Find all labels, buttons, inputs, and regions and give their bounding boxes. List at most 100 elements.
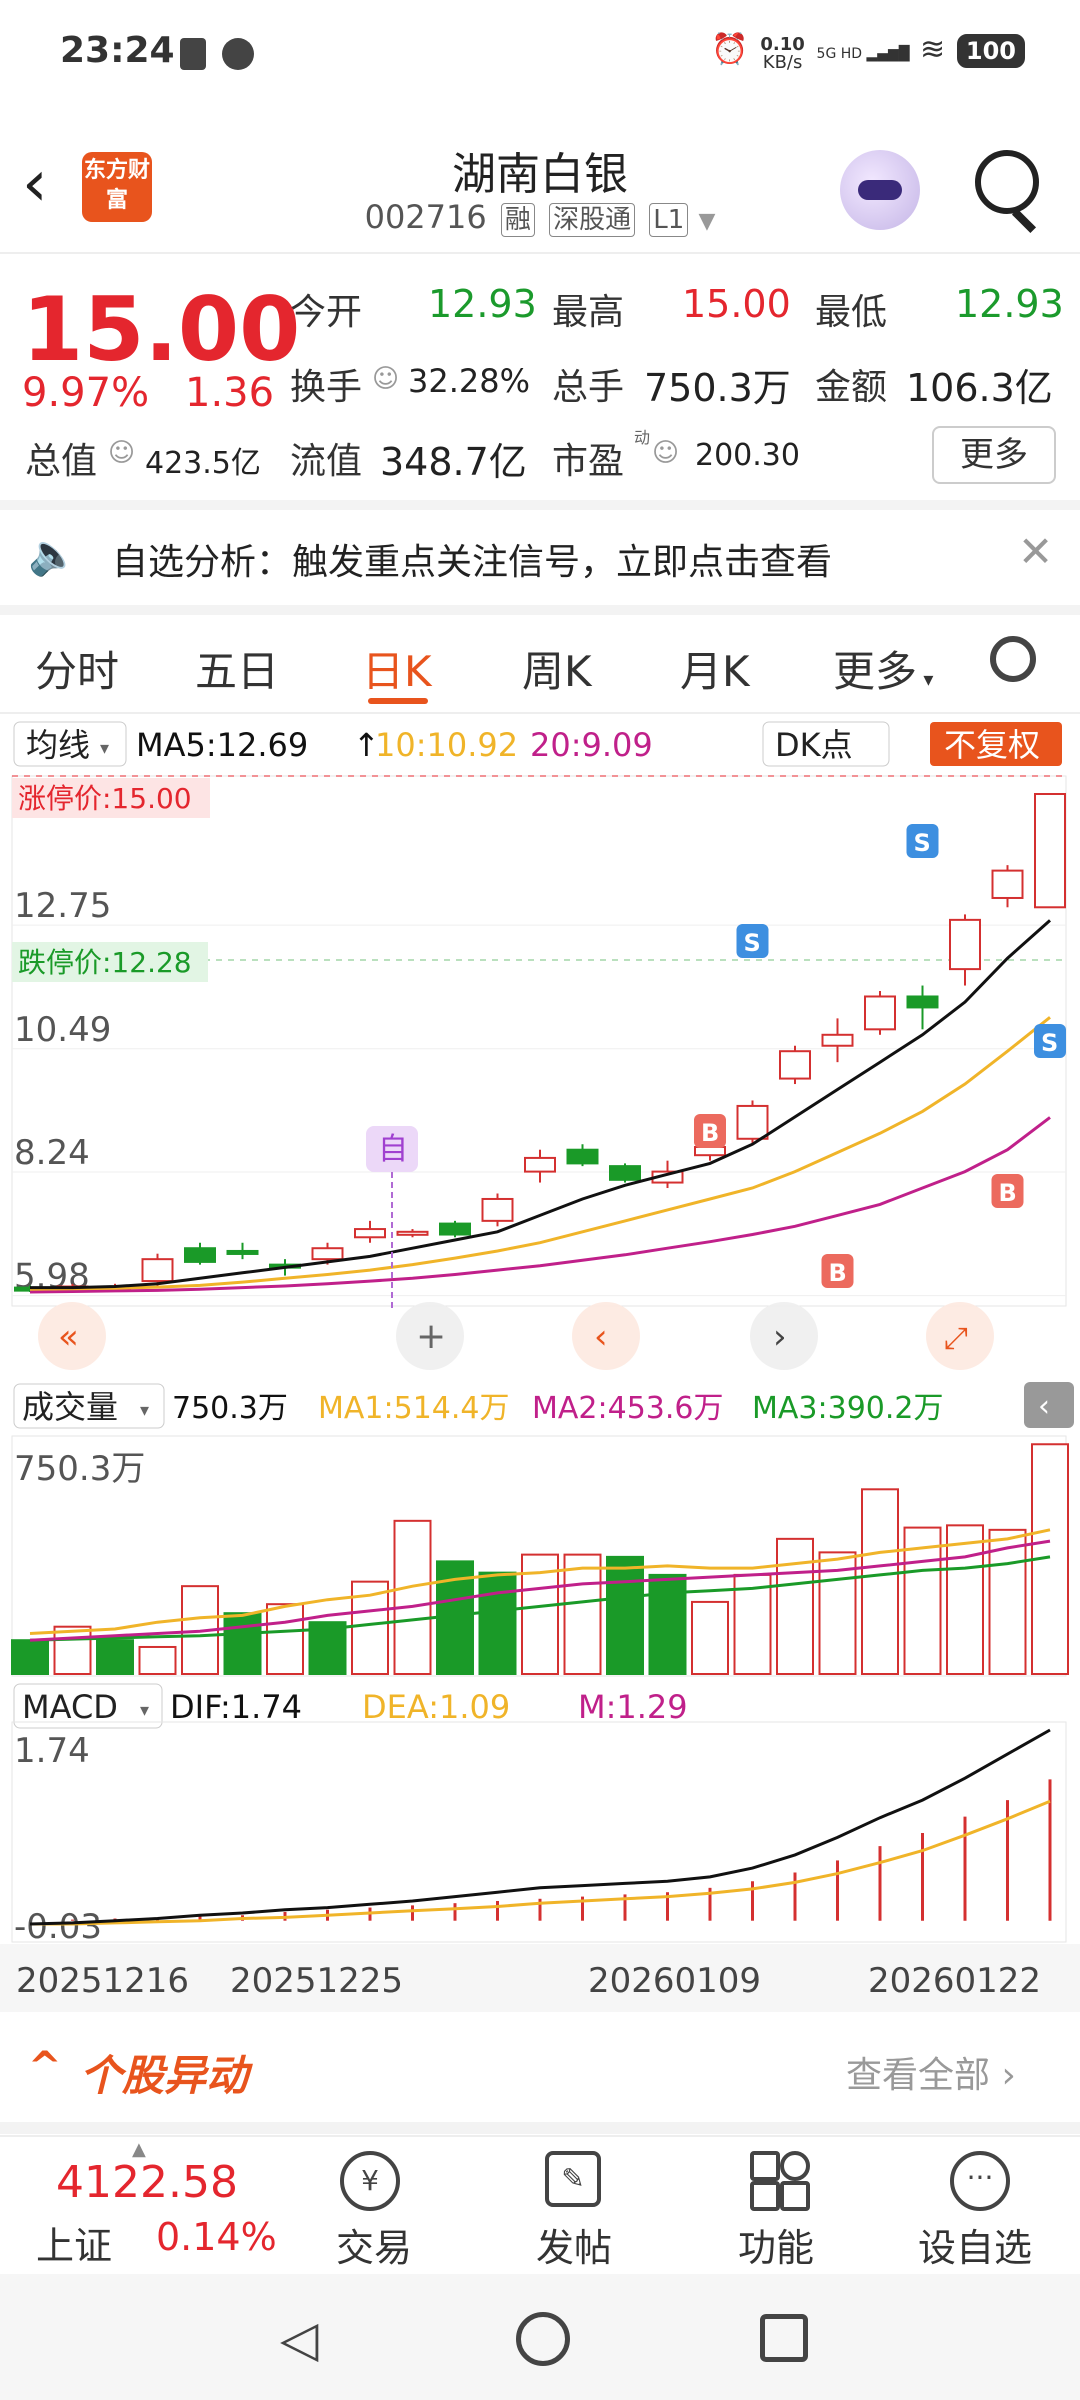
tab-weekly-k[interactable]: 周K xyxy=(522,638,592,699)
volume-bar xyxy=(53,1625,92,1676)
stock-header: ‹ 东方财富 湖南白银 002716 融 深股通 L1 ▼ xyxy=(0,110,1080,250)
candle-body xyxy=(354,1228,386,1239)
volume-bar xyxy=(606,1555,644,1675)
nav-post[interactable]: 发帖 xyxy=(536,2217,612,2272)
trade-icon[interactable]: ¥ xyxy=(340,2151,400,2211)
period-tabs: 分时 五日 日K 周K 月K 更多 ▾ xyxy=(0,610,1080,710)
fullscreen-glyph: ⤢ xyxy=(944,1321,968,1356)
app-notification-icon xyxy=(222,38,254,70)
adjust-label: 不复权 xyxy=(944,726,1040,764)
candle-body xyxy=(736,1104,769,1140)
jump-start-glyph: « xyxy=(58,1317,79,1357)
section-expand-icon[interactable]: ^ xyxy=(28,2044,62,2090)
dk-label: DK点 xyxy=(775,726,853,764)
amount-value: 106.3亿 xyxy=(906,366,1053,410)
mktcap-info-icon[interactable]: ☺ xyxy=(108,438,135,468)
notification-icon xyxy=(180,38,206,70)
active-tab-indicator xyxy=(368,698,428,704)
post-icon[interactable]: ✎ xyxy=(545,2151,601,2207)
pe-superscript: 动 xyxy=(634,428,651,447)
macd-caret-icon: ▾ xyxy=(140,1700,149,1721)
features-icon-cell-2 xyxy=(780,2151,810,2181)
current-price: 15.00 xyxy=(22,278,301,381)
date-1: 20251216 xyxy=(16,1961,189,2001)
index-value[interactable]: 4122.58 xyxy=(56,2157,238,2208)
volume-bar xyxy=(946,1524,984,1675)
macd-dea: DEA:1.09 xyxy=(362,1688,510,1726)
pe-info-icon[interactable]: ☺ xyxy=(652,438,679,468)
candle-body xyxy=(141,1258,174,1283)
candle-body xyxy=(821,1033,854,1047)
add-watchlist-icon[interactable]: ··· xyxy=(950,2151,1010,2211)
mktcap-label: 总值 xyxy=(25,441,98,482)
settings-gear-icon[interactable] xyxy=(990,636,1036,682)
macd-y-top: 1.74 xyxy=(14,1731,90,1771)
tab-more-label: 更多 xyxy=(833,647,918,696)
volume-label: 总手 xyxy=(552,367,625,408)
volume-bar xyxy=(266,1603,304,1675)
more-quote-button[interactable]: 更多 xyxy=(932,426,1056,484)
low-label: 最低 xyxy=(815,292,888,333)
indicator-label: 均线 xyxy=(26,726,90,764)
alert-banner[interactable]: 🔈 自选分析：触发重点关注信号，立即点击查看 ✕ xyxy=(0,505,1080,605)
volume-label: 成交量 xyxy=(22,1388,118,1426)
low-value: 12.93 xyxy=(955,282,1064,326)
price-tick-label: 10.49 xyxy=(14,1010,111,1050)
search-icon[interactable] xyxy=(975,150,1039,214)
tab-more[interactable]: 更多 ▾ xyxy=(833,638,933,699)
stock-code: 002716 xyxy=(364,198,487,236)
signal-label: S xyxy=(914,829,931,857)
float-value: 348.7亿 xyxy=(380,440,527,484)
date-4: 20260122 xyxy=(868,1961,1041,2001)
volume-bar xyxy=(138,1645,177,1676)
tab-daily-k[interactable]: 日K xyxy=(362,638,432,699)
status-bar: 23:24 ⏰ 0.10 KB/s 5G HD ▂▄▆█ ≋ 100 xyxy=(0,0,1080,110)
nav-recents-icon[interactable] xyxy=(760,2314,808,2362)
index-name: 上证 xyxy=(36,2224,113,2268)
view-all-link[interactable]: 查看全部 › xyxy=(846,2046,1016,2098)
status-time: 23:24 xyxy=(60,30,175,71)
turnover-label: 换手 xyxy=(290,367,363,408)
ma20-line xyxy=(29,1116,1051,1294)
nav-back-icon[interactable]: ◁ xyxy=(280,2310,318,2368)
signal-label: S xyxy=(1041,1029,1058,1057)
date-3: 20260109 xyxy=(588,1961,761,2001)
volume-bars xyxy=(11,1443,1069,1676)
features-icon[interactable] xyxy=(750,2151,810,2211)
candle-body xyxy=(311,1247,344,1261)
index-change: 0.14% xyxy=(156,2215,277,2259)
nav-add-watchlist[interactable]: 设自选 xyxy=(918,2217,1032,2272)
nav-features[interactable]: 功能 xyxy=(738,2217,814,2272)
high-value: 15.00 xyxy=(682,282,791,326)
battery-icon: 100 xyxy=(956,34,1025,68)
alarm-icon: ⏰ xyxy=(711,32,749,67)
system-nav-bar: ◁ xyxy=(0,2274,1080,2400)
stock-subtitle[interactable]: 002716 融 深股通 L1 ▼ xyxy=(0,198,1080,237)
candle-body xyxy=(184,1247,216,1263)
assistant-avatar[interactable] xyxy=(840,150,920,230)
tab-five-day[interactable]: 五日 xyxy=(195,638,279,699)
float-label: 流值 xyxy=(290,441,363,482)
info-icon[interactable]: ☺ xyxy=(372,364,399,394)
price-tick-label: 8.24 xyxy=(14,1133,90,1173)
macd-label: MACD xyxy=(22,1688,118,1726)
bottom-nav: ▲ 4122.58 上证 0.14% ¥ 交易 ✎ 发帖 功能 ··· 设自选 xyxy=(0,2135,1080,2275)
candle-body xyxy=(439,1222,471,1236)
high-label: 最高 xyxy=(552,292,625,333)
mktcap-value: 423.5亿 xyxy=(145,446,261,481)
candle-body xyxy=(991,869,1024,899)
volume-caret-icon: ▾ xyxy=(140,1400,149,1421)
candle-body xyxy=(609,1165,641,1181)
change-amount: 1.36 xyxy=(185,370,275,416)
macd-dif-line xyxy=(29,1728,1051,1926)
tab-monthly-k[interactable]: 月K xyxy=(680,638,750,699)
tab-intraday[interactable]: 分时 xyxy=(35,638,119,699)
chart-nav-controls: « + ‹ › ⤢ xyxy=(38,1302,994,1370)
wifi-icon: ≋ xyxy=(920,32,946,67)
next-glyph: › xyxy=(773,1317,787,1357)
stock-movement-section: ^ 个股异动 查看全部 › xyxy=(0,2012,1080,2122)
kline-chart[interactable]: 均线 ▾ MA5:12.69 ↑ 10:10.92 20:9.09 DK点 不复… xyxy=(0,712,1080,2012)
nav-home-icon[interactable] xyxy=(516,2312,570,2366)
nav-trade[interactable]: 交易 xyxy=(336,2217,412,2272)
close-icon[interactable]: ✕ xyxy=(1018,527,1053,576)
